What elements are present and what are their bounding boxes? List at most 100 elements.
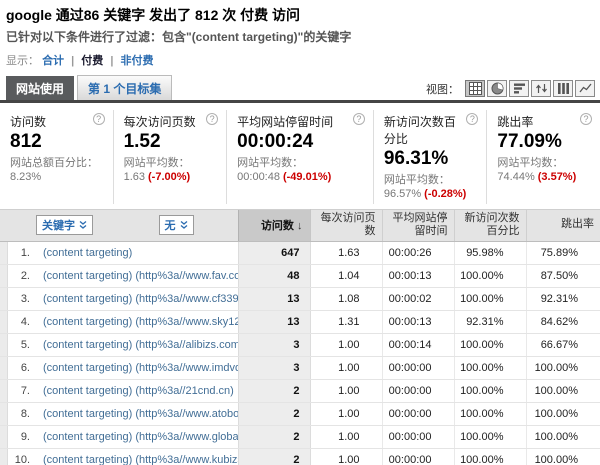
scorecard: 访问数 ? 812 网站总额百分比： 8.23% 每次访问页数 ? 1.52 网… [0, 103, 600, 209]
separator: | [110, 55, 113, 67]
metric-head: 平均网站停留时间 ? [237, 113, 365, 130]
help-icon[interactable]: ? [353, 113, 365, 125]
cell-pages-per-visit: 1.00 [310, 403, 382, 426]
cell-avg-time: 00:00:14 [382, 334, 454, 357]
column-header-visits[interactable]: 访问数 ↓ [238, 209, 310, 242]
metric-box: 访问数 ? 812 网站总额百分比： 8.23% [0, 110, 114, 204]
keyword-link[interactable]: (content targeting) (http%3a//www.imdvd.… [35, 357, 238, 380]
cell-avg-time: 00:00:13 [382, 311, 454, 334]
cell-bounce-rate: 100.00% [526, 357, 600, 380]
row-index: 2. [7, 265, 35, 288]
metric-label: 每次访问页数 [124, 113, 196, 130]
table-view-icon[interactable] [465, 80, 485, 97]
view-switcher: 视图： [426, 80, 600, 100]
cell-avg-time: 00:00:00 [382, 403, 454, 426]
metric-sub-line: 00:00:48(-49.01%) [237, 170, 365, 184]
cell-visits: 2 [238, 380, 310, 403]
metric-label: 新访问次数百分比 [384, 113, 467, 147]
column-header-bounce-rate[interactable]: 跳出率 [526, 209, 600, 242]
table-body: 1. (content targeting) 647 1.63 00:00:26… [0, 242, 600, 465]
metric-value: 812 [10, 131, 105, 153]
metric-value: 00:00:24 [237, 131, 365, 153]
metric-sub-value: 00:00:48 [237, 171, 280, 183]
table-row: 10. (content targeting) (http%3a//www.ku… [0, 449, 600, 465]
metric-sub-value: 74.44% [497, 171, 534, 183]
row-index: 6. [7, 357, 35, 380]
pivot-view-icon[interactable] [553, 80, 573, 97]
pie-view-icon[interactable] [487, 80, 507, 97]
cell-pages-per-visit: 1.00 [310, 449, 382, 465]
tab-bar: 网站使用 第 1 个目标集 视图： [0, 77, 600, 103]
cell-pages-per-visit: 1.31 [310, 311, 382, 334]
pivot-view-glyph [557, 82, 570, 95]
table-row: 4. (content targeting) (http%3a//www.sky… [0, 311, 600, 334]
cell-new-visits: 100.00% [454, 357, 526, 380]
metric-sub-label: 网站平均数： [124, 156, 219, 170]
trend-view-icon[interactable] [575, 80, 595, 97]
help-icon[interactable]: ? [466, 113, 478, 125]
row-index: 8. [7, 403, 35, 426]
cell-new-visits: 100.00% [454, 334, 526, 357]
cell-bounce-rate: 100.00% [526, 403, 600, 426]
help-icon[interactable]: ? [580, 113, 592, 125]
metric-sub-line: 96.57%(-0.28%) [384, 187, 479, 201]
metric-label: 平均网站停留时间 [237, 113, 333, 130]
show-unpaid-link[interactable]: 非付费 [120, 55, 153, 67]
row-index: 7. [7, 380, 35, 403]
keyword-link[interactable]: (content targeting) (http%3a//21cnd.cn) [35, 380, 238, 403]
keyword-link[interactable]: (content targeting) (http%3a//alibizs.co… [35, 334, 238, 357]
metric-label: 访问数 [10, 113, 46, 130]
comparison-view-glyph [535, 82, 548, 95]
metric-delta: (-7.00%) [148, 171, 190, 183]
trend-view-glyph [579, 82, 592, 95]
column-header-pages-per-visit[interactable]: 每次访问页数 [310, 209, 382, 242]
cell-bounce-rate: 92.31% [526, 288, 600, 311]
metric-value: 77.09% [497, 131, 592, 153]
help-icon[interactable]: ? [93, 113, 105, 125]
report-header: google 通过86 关键字 发出了 812 次 付费 访问 已针对以下条件进… [0, 0, 600, 68]
column-header-new-visits[interactable]: 新访问次数百分比 [454, 209, 526, 242]
keyword-link[interactable]: (content targeting) (http%3a//www.fav.co… [35, 265, 238, 288]
table-row: 5. (content targeting) (http%3a//alibizs… [0, 334, 600, 357]
cell-bounce-rate: 75.89% [526, 242, 600, 265]
show-total-link[interactable]: 合计 [42, 55, 64, 67]
metric-head: 跳出率 ? [497, 113, 592, 130]
keyword-link[interactable]: (content targeting) (http%3a//www.cf339.… [35, 288, 238, 311]
keyword-link[interactable]: (content targeting) (http%3a//www.kubizs… [35, 449, 238, 465]
dimension-dropdown[interactable]: 关键字 [36, 215, 93, 235]
bar-view-icon[interactable] [509, 80, 529, 97]
metric-box: 跳出率 ? 77.09% 网站平均数： 74.44%(3.57%) [487, 110, 600, 204]
metric-sub-line: 74.44%(3.57%) [497, 170, 592, 184]
row-index: 10. [7, 449, 35, 465]
keyword-link[interactable]: (content targeting) (http%3a//www.global… [35, 426, 238, 449]
cell-new-visits: 100.00% [454, 288, 526, 311]
cell-bounce-rate: 87.50% [526, 265, 600, 288]
metric-value: 96.31% [384, 148, 479, 170]
cell-visits: 13 [238, 311, 310, 334]
tab-goal-set-1[interactable]: 第 1 个目标集 [77, 75, 172, 100]
cell-new-visits: 100.00% [454, 449, 526, 465]
cell-avg-time: 00:00:13 [382, 265, 454, 288]
row-gutter [0, 449, 7, 465]
table-row: 8. (content targeting) (http%3a//www.ato… [0, 403, 600, 426]
secondary-dimension-dropdown[interactable]: 无 [159, 215, 194, 235]
cell-visits: 2 [238, 403, 310, 426]
cell-new-visits: 100.00% [454, 426, 526, 449]
cell-new-visits: 100.00% [454, 403, 526, 426]
keyword-link[interactable]: (content targeting) (http%3a//www.atobo.… [35, 403, 238, 426]
table-row: 7. (content targeting) (http%3a//21cnd.c… [0, 380, 600, 403]
metric-box: 每次访问页数 ? 1.52 网站平均数： 1.63(-7.00%) [114, 110, 228, 204]
table-header: 关键字 无 访问数 ↓ 每次访问页数 平均网站停留时间 新访问次数百分比 跳出率 [0, 209, 600, 242]
table-view-glyph [469, 82, 482, 95]
metric-box: 新访问次数百分比 ? 96.31% 网站平均数： 96.57%(-0.28%) [374, 110, 488, 204]
show-paid-selected[interactable]: 付费 [81, 55, 103, 67]
tab-site-usage[interactable]: 网站使用 [6, 76, 74, 100]
row-index: 4. [7, 311, 35, 334]
comparison-view-icon[interactable] [531, 80, 551, 97]
help-icon[interactable]: ? [206, 113, 218, 125]
keyword-link[interactable]: (content targeting) (http%3a//www.sky123… [35, 311, 238, 334]
keyword-link[interactable]: (content targeting) [35, 242, 238, 265]
column-header-avg-time[interactable]: 平均网站停留时间 [382, 209, 454, 242]
bar-view-glyph [513, 82, 526, 95]
metric-head: 每次访问页数 ? [124, 113, 219, 130]
